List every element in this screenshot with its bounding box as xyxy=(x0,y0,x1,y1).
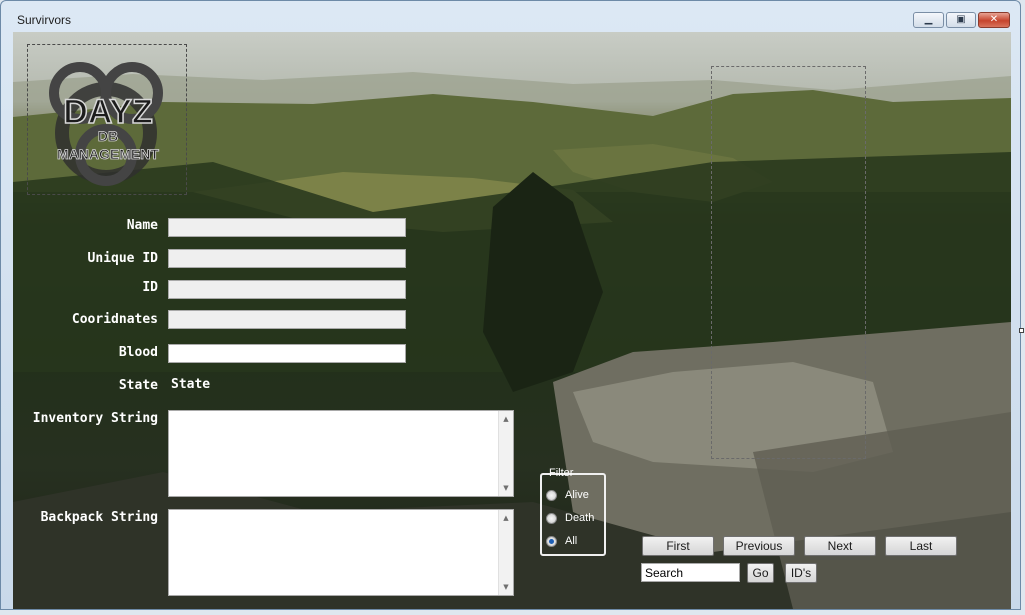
scroll-up-icon[interactable]: ▲ xyxy=(499,412,513,426)
radio-icon[interactable] xyxy=(546,513,557,524)
previous-button[interactable]: Previous xyxy=(723,536,795,556)
filter-all-label[interactable]: All xyxy=(565,535,577,547)
filter-groupbox: Filter Alive Death All xyxy=(540,467,606,556)
inventory-scrollbar[interactable]: ▲ ▼ xyxy=(498,411,513,496)
inventory-label: Inventory String xyxy=(32,411,158,426)
close-icon: ✕ xyxy=(989,14,999,25)
blood-label: Blood xyxy=(118,345,158,360)
logo-management: MANAGEMENT xyxy=(57,146,159,162)
filter-alive-label[interactable]: Alive xyxy=(565,489,589,501)
minimize-button[interactable]: ▁ xyxy=(913,12,944,28)
biohazard-logo: DAYZ DB MANAGEMENT xyxy=(49,62,163,186)
title-bar[interactable]: Survirvors ▁ ▣ ✕ xyxy=(1,1,1020,32)
id-label: ID xyxy=(142,280,158,295)
window-title: Survirvors xyxy=(17,13,72,27)
filter-legend: Filter xyxy=(549,467,574,479)
go-button[interactable]: Go xyxy=(747,563,774,583)
next-button[interactable]: Next xyxy=(804,536,876,556)
scroll-down-icon[interactable]: ▼ xyxy=(499,580,513,594)
backpack-textarea[interactable]: ▲ ▼ xyxy=(168,509,514,596)
last-button[interactable]: Last xyxy=(885,536,957,556)
backpack-label: Backpack String xyxy=(40,510,158,525)
coordinates-label: Cooridnates xyxy=(71,312,158,327)
scroll-up-icon[interactable]: ▲ xyxy=(499,511,513,525)
blood-field[interactable] xyxy=(168,344,406,363)
id-field[interactable] xyxy=(168,280,406,299)
name-label: Name xyxy=(126,218,158,233)
maximize-button[interactable]: ▣ xyxy=(946,12,976,28)
ids-button[interactable]: ID's xyxy=(785,563,817,583)
filter-death-label[interactable]: Death xyxy=(565,512,594,524)
logo-picturebox: DAYZ DB MANAGEMENT xyxy=(27,44,187,195)
form-client-area: DAYZ DB MANAGEMENT Name Unique ID ID Coo… xyxy=(13,32,1011,609)
image-picturebox xyxy=(711,66,866,459)
coordinates-field[interactable] xyxy=(168,310,406,329)
search-input[interactable] xyxy=(641,563,740,582)
inventory-textarea[interactable]: ▲ ▼ xyxy=(168,410,514,497)
logo-title: DAYZ xyxy=(63,93,152,131)
backpack-scrollbar[interactable]: ▲ ▼ xyxy=(498,510,513,595)
main-window: Survirvors ▁ ▣ ✕ DAYZ DB MANAGEMENT Name… xyxy=(0,0,1021,610)
close-button[interactable]: ✕ xyxy=(978,12,1010,28)
name-field[interactable] xyxy=(168,218,406,237)
unique-id-field[interactable] xyxy=(168,249,406,268)
logo-db: DB xyxy=(98,128,118,144)
minimize-icon: ▁ xyxy=(924,14,933,25)
radio-icon[interactable] xyxy=(546,490,557,501)
unique-id-label: Unique ID xyxy=(87,251,158,266)
state-value: State xyxy=(171,377,211,392)
resize-grip[interactable] xyxy=(1019,328,1024,333)
state-label: State xyxy=(118,378,158,393)
first-button[interactable]: First xyxy=(642,536,714,556)
scroll-down-icon[interactable]: ▼ xyxy=(499,481,513,495)
radio-checked-icon[interactable] xyxy=(546,536,557,547)
restore-icon: ▣ xyxy=(956,14,966,25)
